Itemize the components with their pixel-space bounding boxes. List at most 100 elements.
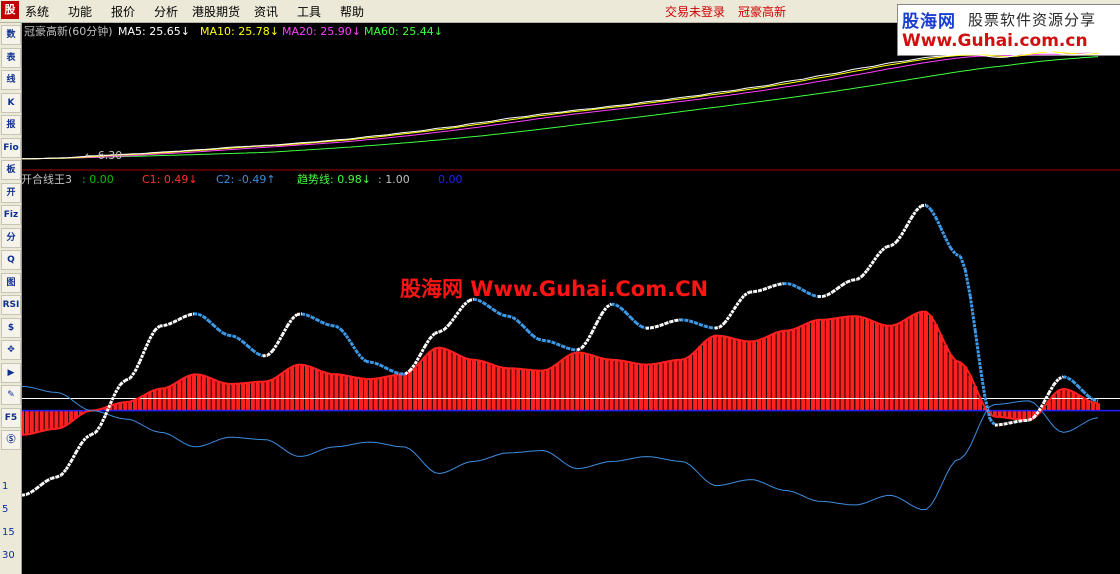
trend-line-segment [650,325,657,330]
toolbar-button-7-icon[interactable]: 开 [1,182,21,203]
trend-line-segment [1014,419,1020,424]
trend-line-segment [635,321,642,328]
trend-line-segment [1019,419,1025,423]
trend-line-segment [384,366,392,372]
menu-tools[interactable]: 工具 [297,3,321,20]
trend-line-segment [247,345,254,352]
menu-analysis[interactable]: 分析 [154,3,178,20]
toolbar-button-0-icon[interactable]: 数 [1,25,21,45]
trend-line-segment [153,324,161,332]
trend-line-segment [503,313,509,318]
menu-system[interactable]: 系统 [25,3,49,20]
trend-line-segment [968,296,977,331]
toolbar-button-3-icon[interactable]: K [1,92,21,113]
toolbar-button-12-icon[interactable]: RSI [1,295,21,315]
toolbar-button-4-icon[interactable]: 报 [1,115,21,135]
trend-line-segment [257,352,264,358]
toolbar-button-2-icon[interactable]: 线 [1,70,21,90]
trend-line-segment [620,307,628,315]
trend-line-segment [915,204,923,212]
trend-line-segment [670,319,676,324]
trend-line-segment [572,348,578,352]
toolbar-button-14-icon[interactable]: ✥ [1,340,21,360]
trend-line-segment [45,476,53,483]
ma-legend-1: MA10: 25.78↓ [200,25,279,38]
trend-line-segment [978,365,987,398]
period-15-button[interactable]: 15 [2,527,15,538]
trend-line-segment [487,305,495,312]
toolbar-button-5-icon[interactable]: Fio [1,137,21,158]
trend-line-segment [886,244,892,249]
trade-login-status[interactable]: 交易未登录 [665,3,725,20]
trend-line-segment [527,330,535,337]
trend-line-segment [286,317,294,327]
trend-line-segment [763,286,770,291]
trend-line-segment [35,483,43,490]
trend-line-segment [423,337,432,348]
period-30-button[interactable]: 30 [2,550,15,561]
indicator-field-5: 0.00 [438,173,463,186]
app-logo-icon[interactable]: 股 [1,1,19,19]
toolbar-button-6-icon[interactable]: 板 [1,160,21,180]
indicator-title: 开合线王3 [22,172,72,186]
trend-line-segment [870,255,879,265]
trend-line-segment [954,252,962,258]
trend-line-segment [822,293,829,298]
trend-line-segment [434,330,441,335]
trend-line-segment [999,422,1005,427]
toolbar-button-10-icon[interactable]: Q [1,250,21,270]
toolbar-button-16-icon[interactable]: ✎ [1,385,21,405]
trend-line-segment [753,289,760,294]
current-stock-name: 冠豪高新 [738,5,787,19]
trend-line-segment [714,325,720,330]
menu-quote[interactable]: 报价 [111,3,135,20]
trend-line-segment [159,324,165,328]
trend-line-segment [689,319,696,325]
toolbar-button-1-icon[interactable]: 表 [1,47,21,68]
toolbar-button-17-icon[interactable]: F5 [1,407,21,428]
trend-line-segment [988,418,996,427]
ma-legend-3: MA60: 25.44↓ [364,25,443,38]
trend-line-segment [865,262,874,272]
price-panel [22,50,1099,160]
toolbar-button-13-icon[interactable]: $ [1,317,21,338]
trend-line-segment [178,315,185,321]
trend-line-segment [846,278,853,284]
trend-line-segment [939,227,948,240]
trend-line-segment [924,203,932,211]
indicator-field-1: C1: 0.49↓ [142,173,198,186]
ma-legend-2: MA20: 25.90↓ [282,25,361,38]
trend-line-segment [812,293,819,299]
menu-news[interactable]: 资讯 [254,3,278,20]
trend-line-segment [797,286,804,292]
menu-hk-futures[interactable]: 港股期货 [192,3,240,20]
trend-line-segment [291,313,299,320]
trend-line-segment [418,345,427,357]
trend-line-segment [856,274,864,281]
ma-legend: MA5: 25.65↓ MA10: 25.78↓ MA20: 25.90↓ MA60:… [118,25,443,38]
menu-help[interactable]: 帮助 [340,3,364,20]
toolbar-button-11-icon[interactable]: 图 [1,272,21,293]
trend-line-segment [895,234,903,243]
trend-line-segment [704,324,711,329]
toolbar-button-15-icon[interactable]: ▶ [1,362,21,383]
trend-line-segment [365,359,372,364]
trend-line-segment [547,339,554,344]
toolbar-button-18-icon[interactable]: Ⓢ [1,430,21,450]
ma-legend-0: MA5: 25.65↓ [118,25,190,38]
trend-line-segment [1082,390,1090,398]
period-5-button[interactable]: 5 [2,504,8,515]
toolbar-button-8-icon[interactable]: Fiz [1,205,21,225]
trend-line-segment [749,290,755,294]
ma10-line [22,51,1099,160]
toolbar-button-9-icon[interactable]: 分 [1,227,21,248]
trend-line-segment [537,337,544,342]
trend-line-segment [428,332,436,340]
trend-line-segment [276,334,284,345]
trend-line-segment [949,246,957,256]
trend-line-segment [905,217,913,228]
trend-line-segment [30,487,38,494]
period-1-button[interactable]: 1 [2,481,8,492]
trend-line-segment [438,327,446,334]
menu-function[interactable]: 功能 [68,3,92,20]
